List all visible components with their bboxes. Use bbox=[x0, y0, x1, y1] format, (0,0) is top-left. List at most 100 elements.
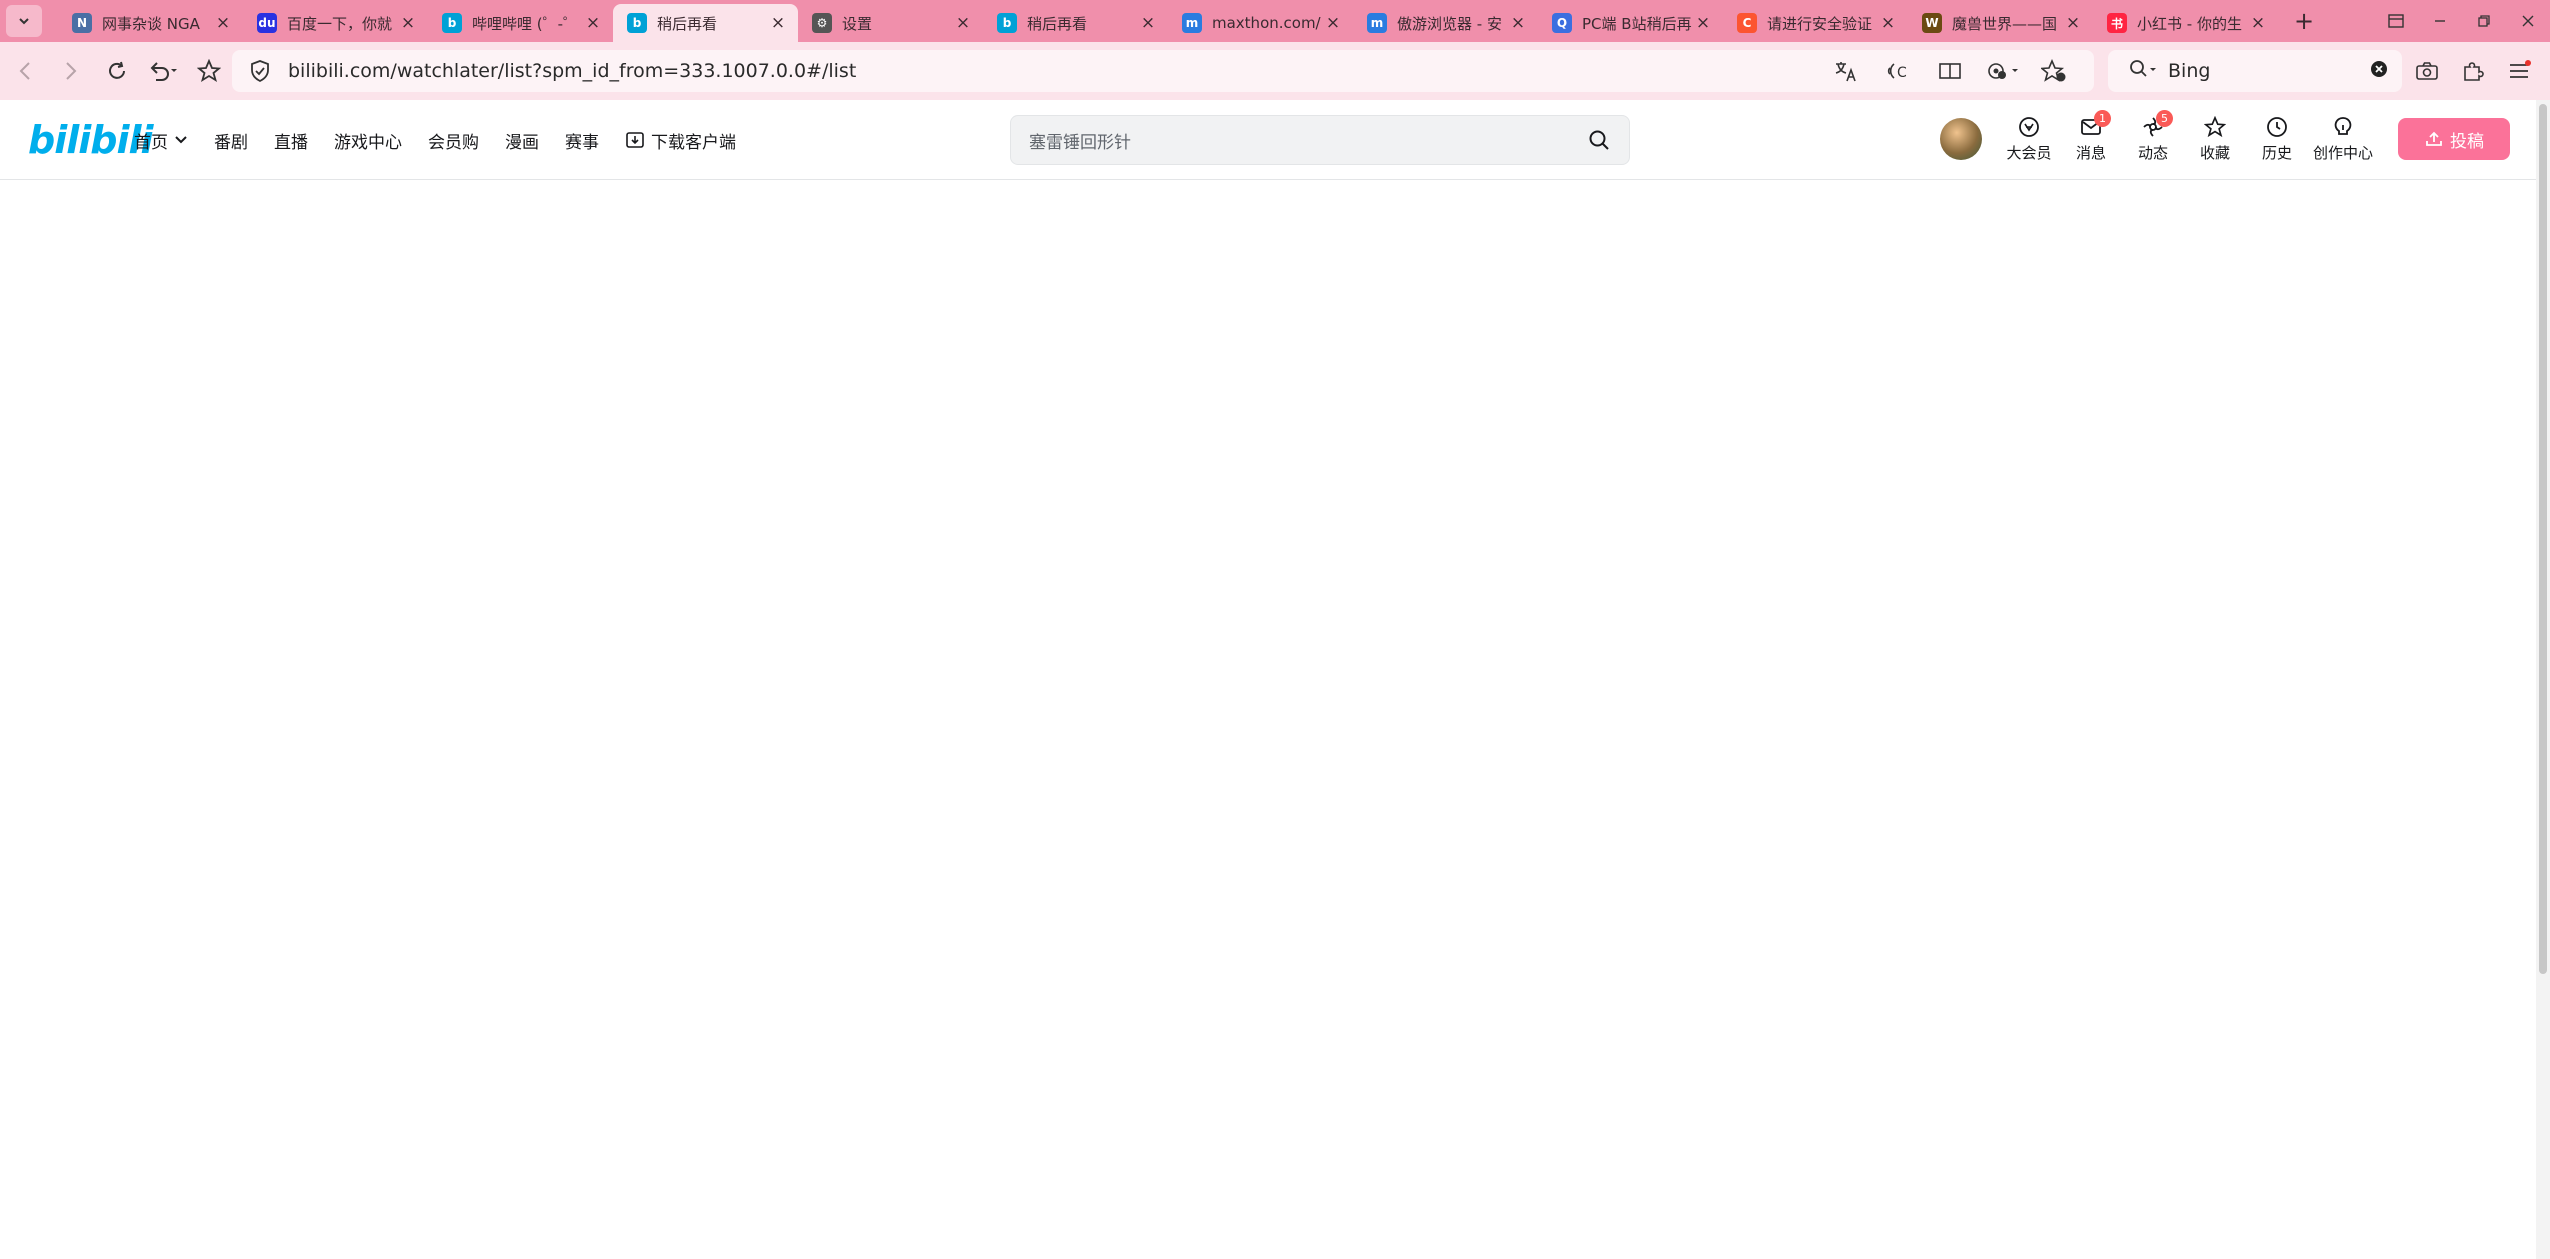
user-nav: 大会员 1 消息 5 动态 收藏 历史 创作中心 bbox=[1998, 110, 2378, 172]
upload-button[interactable]: 投稿 bbox=[2398, 118, 2510, 160]
user-nav-dynamic[interactable]: 5 动态 bbox=[2122, 110, 2184, 172]
user-nav-vip[interactable]: 大会员 bbox=[1998, 112, 2060, 172]
chevron-down-icon bbox=[19, 18, 29, 25]
user-nav-label: 消息 bbox=[2075, 144, 2106, 162]
back-button[interactable] bbox=[2, 48, 48, 94]
browser-tab[interactable]: N 网事杂谈 NGA × bbox=[58, 4, 243, 42]
browser-tab[interactable]: C 请进行安全验证 × bbox=[1723, 4, 1908, 42]
search-button[interactable] bbox=[1569, 129, 1629, 151]
close-tab-button[interactable]: × bbox=[2248, 13, 2268, 33]
tab-title: 请进行安全验证 bbox=[1767, 14, 1873, 33]
baidu-icon: du bbox=[257, 13, 277, 33]
camera-icon bbox=[2416, 62, 2438, 80]
favorites-button[interactable] bbox=[2028, 59, 2080, 83]
close-tab-button[interactable]: × bbox=[1323, 13, 1343, 33]
browser-tab[interactable]: Q PC端 B站稍后再 × bbox=[1538, 4, 1723, 42]
notification-badge: 5 bbox=[2156, 110, 2173, 127]
url-text[interactable]: bilibili.com/watchlater/list?spm_id_from… bbox=[288, 60, 856, 82]
search-box[interactable]: Bing bbox=[2108, 50, 2402, 92]
nav-item-esports[interactable]: 赛事 bbox=[565, 128, 599, 153]
tab-title: 魔兽世界——国 bbox=[1952, 14, 2058, 33]
clear-search-button[interactable] bbox=[2370, 60, 2388, 82]
tab-title: 稍后再看 bbox=[1027, 14, 1088, 33]
extensions-button[interactable] bbox=[2450, 59, 2496, 83]
read-aloud-button[interactable]: C bbox=[1872, 60, 1924, 82]
nav-item-mall[interactable]: 会员购 bbox=[428, 128, 479, 153]
nav-item-game-center[interactable]: 游戏中心 bbox=[334, 128, 402, 153]
close-tab-button[interactable]: × bbox=[1508, 13, 1528, 33]
reader-mode-button[interactable] bbox=[1924, 61, 1976, 81]
site-security-icon[interactable] bbox=[240, 60, 280, 82]
restore-icon bbox=[2478, 15, 2490, 27]
browser-tab[interactable]: du 百度一下，你就 × bbox=[243, 4, 428, 42]
close-tab-button[interactable]: × bbox=[1138, 13, 1158, 33]
search-engine-icon[interactable] bbox=[2128, 58, 2158, 84]
close-tab-button[interactable]: × bbox=[1878, 13, 1898, 33]
user-nav-star[interactable]: 收藏 bbox=[2184, 112, 2246, 172]
tab-list-button[interactable] bbox=[6, 5, 42, 37]
minimize-button[interactable] bbox=[2418, 0, 2462, 42]
translate-button[interactable] bbox=[1820, 60, 1872, 82]
browser-tab[interactable]: b 稍后再看 × bbox=[983, 4, 1168, 42]
ad-block-button[interactable] bbox=[1976, 60, 2028, 82]
close-tab-button[interactable]: × bbox=[768, 13, 788, 33]
browser-tab[interactable]: 书小红书 - 你的生 × bbox=[2093, 4, 2278, 42]
nav-item-label: 首页 bbox=[134, 132, 168, 153]
close-tab-button[interactable]: × bbox=[398, 13, 418, 33]
nav-item-home[interactable]: 首页 bbox=[134, 128, 188, 153]
screenshot-button[interactable] bbox=[2404, 61, 2450, 81]
watch-later-content bbox=[0, 181, 2536, 1259]
search-icon bbox=[1589, 130, 1609, 150]
close-tab-button[interactable]: × bbox=[213, 13, 233, 33]
sidebar-icon bbox=[2388, 14, 2404, 28]
bookmark-button[interactable] bbox=[186, 48, 232, 94]
close-window-button[interactable] bbox=[2506, 0, 2550, 42]
browser-tab[interactable]: W 魔兽世界——国 × bbox=[1908, 4, 2093, 42]
arrow-right-icon bbox=[66, 62, 77, 80]
undo-close-button[interactable] bbox=[140, 48, 186, 94]
nav-item-download-client[interactable]: 下载客户端 bbox=[625, 128, 736, 153]
site-search-bar[interactable]: 塞雷锤回形针 bbox=[1010, 115, 1630, 165]
browser-tab[interactable]: m 傲游浏览器 - 安 × bbox=[1353, 4, 1538, 42]
address-bar[interactable]: bilibili.com/watchlater/list?spm_id_from… bbox=[232, 50, 2094, 92]
tab-layout-button[interactable] bbox=[2374, 0, 2418, 42]
bilibili-icon: b bbox=[442, 13, 462, 33]
download-icon bbox=[626, 132, 644, 148]
close-tab-button[interactable]: × bbox=[1693, 13, 1713, 33]
browser-tab[interactable]: b 哔哩哔哩 (゜-゜ × bbox=[428, 4, 613, 42]
avatar[interactable] bbox=[1940, 118, 1982, 160]
nav-item-manga[interactable]: 漫画 bbox=[505, 128, 539, 153]
star-icon bbox=[197, 59, 221, 82]
nav-item-anime[interactable]: 番剧 bbox=[214, 128, 248, 153]
close-circle-icon bbox=[2371, 61, 2387, 77]
nga-icon: N bbox=[72, 13, 92, 33]
csdn-icon: C bbox=[1737, 13, 1757, 33]
user-nav-history[interactable]: 历史 bbox=[2246, 112, 2308, 172]
browser-tab[interactable]: m maxthon.com/× bbox=[1168, 4, 1353, 42]
restore-button[interactable] bbox=[2462, 0, 2506, 42]
close-tab-button[interactable]: × bbox=[2063, 13, 2083, 33]
user-nav-bulb[interactable]: 创作中心 bbox=[2308, 112, 2378, 172]
svg-text:C: C bbox=[1897, 65, 1907, 81]
forward-button[interactable] bbox=[48, 48, 94, 94]
nav-item-live[interactable]: 直播 bbox=[274, 128, 308, 153]
search-input[interactable]: 塞雷锤回形针 bbox=[1029, 128, 1569, 153]
close-tab-button[interactable]: × bbox=[583, 13, 603, 33]
close-tab-button[interactable]: × bbox=[953, 13, 973, 33]
new-tab-button[interactable]: + bbox=[2286, 7, 2322, 35]
book-icon bbox=[1939, 63, 1961, 79]
bilibili-icon: b bbox=[997, 13, 1017, 33]
user-nav-message[interactable]: 1 消息 bbox=[2060, 110, 2122, 172]
upload-icon bbox=[2426, 131, 2442, 146]
notification-badge: 1 bbox=[2094, 110, 2111, 127]
main-menu-button[interactable] bbox=[2496, 60, 2542, 82]
scrollbar-thumb[interactable] bbox=[2539, 104, 2547, 974]
browser-tab-strip: N 网事杂谈 NGA × du 百度一下，你就 × b 哔哩哔哩 (゜-゜ × b 稍后再看 × ⚙ 设置… bbox=[0, 0, 2550, 42]
browser-tab[interactable]: b 稍后再看 × bbox=[613, 4, 798, 42]
arrow-left-icon bbox=[19, 62, 30, 80]
page-scrollbar[interactable] bbox=[2536, 100, 2550, 1259]
user-nav-label: 历史 bbox=[2261, 144, 2292, 162]
browser-tab[interactable]: ⚙ 设置 × bbox=[798, 4, 983, 42]
reload-button[interactable] bbox=[94, 48, 140, 94]
tab-title: 小红书 - 你的生 bbox=[2137, 14, 2242, 33]
